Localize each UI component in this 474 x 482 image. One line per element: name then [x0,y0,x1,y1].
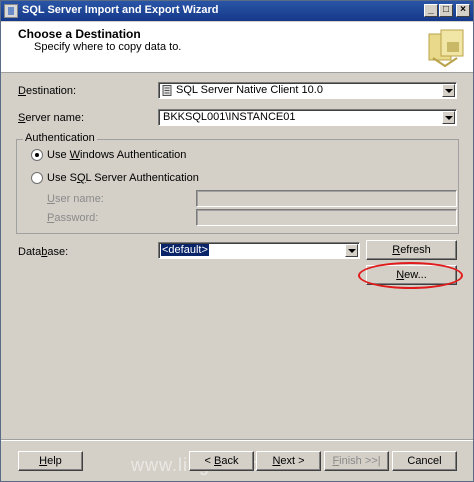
chevron-down-icon[interactable] [442,111,455,124]
password-label: Password: [47,212,99,224]
wizard-graphic-icon [428,29,464,68]
app-icon [4,4,18,18]
windows-auth-radio[interactable] [31,149,43,161]
cancel-button[interactable]: Cancel [392,451,457,471]
close-button[interactable]: × [456,4,470,17]
sql-auth-label[interactable]: Use SQL Server Authentication [47,172,199,184]
windows-auth-label[interactable]: Use Windows Authentication [47,149,186,161]
help-button[interactable]: Help [18,451,83,471]
maximize-button[interactable]: □ [439,4,453,17]
chevron-down-icon[interactable] [442,84,455,97]
database-combo[interactable]: <default> [158,242,360,259]
destination-dropdown[interactable]: SQL Server Native Client 10.0 [158,82,457,99]
back-button[interactable]: < Back [189,451,254,471]
sql-auth-radio[interactable] [31,172,43,184]
destination-label: Destination: [18,85,77,97]
finish-button[interactable]: Finish >>| [324,451,389,471]
page-subtitle: Specify where to copy data to. [34,41,182,53]
server-name-combo[interactable]: BKKSQL001\INSTANCE01 [158,109,457,126]
user-name-input[interactable] [196,190,457,207]
password-input[interactable] [196,209,457,226]
server-name-label: Server name: [18,112,85,124]
chevron-down-icon[interactable] [345,244,358,257]
database-label: Database: [18,246,69,258]
authentication-group-title: Authentication [23,132,97,144]
title-bar[interactable]: SQL Server Import and Export Wizard _ □ … [1,1,473,21]
window-title: SQL Server Import and Export Wizard [22,4,219,16]
server-name-value: BKKSQL001\INSTANCE01 [163,111,296,123]
wizard-window: SQL Server Import and Export Wizard _ □ … [0,0,474,482]
refresh-button[interactable]: Refresh [366,240,457,260]
user-name-label: User name: [47,193,104,205]
minimize-button[interactable]: _ [424,4,438,17]
wizard-header: Choose a Destination Specify where to co… [1,22,473,73]
footer-divider [1,439,473,441]
annotation-highlight-ellipse [358,262,463,289]
destination-value: SQL Server Native Client 10.0 [176,84,323,96]
database-value: <default> [161,244,209,256]
next-button[interactable]: Next > [256,451,321,471]
page-title: Choose a Destination [18,27,141,41]
provider-icon [162,85,172,96]
